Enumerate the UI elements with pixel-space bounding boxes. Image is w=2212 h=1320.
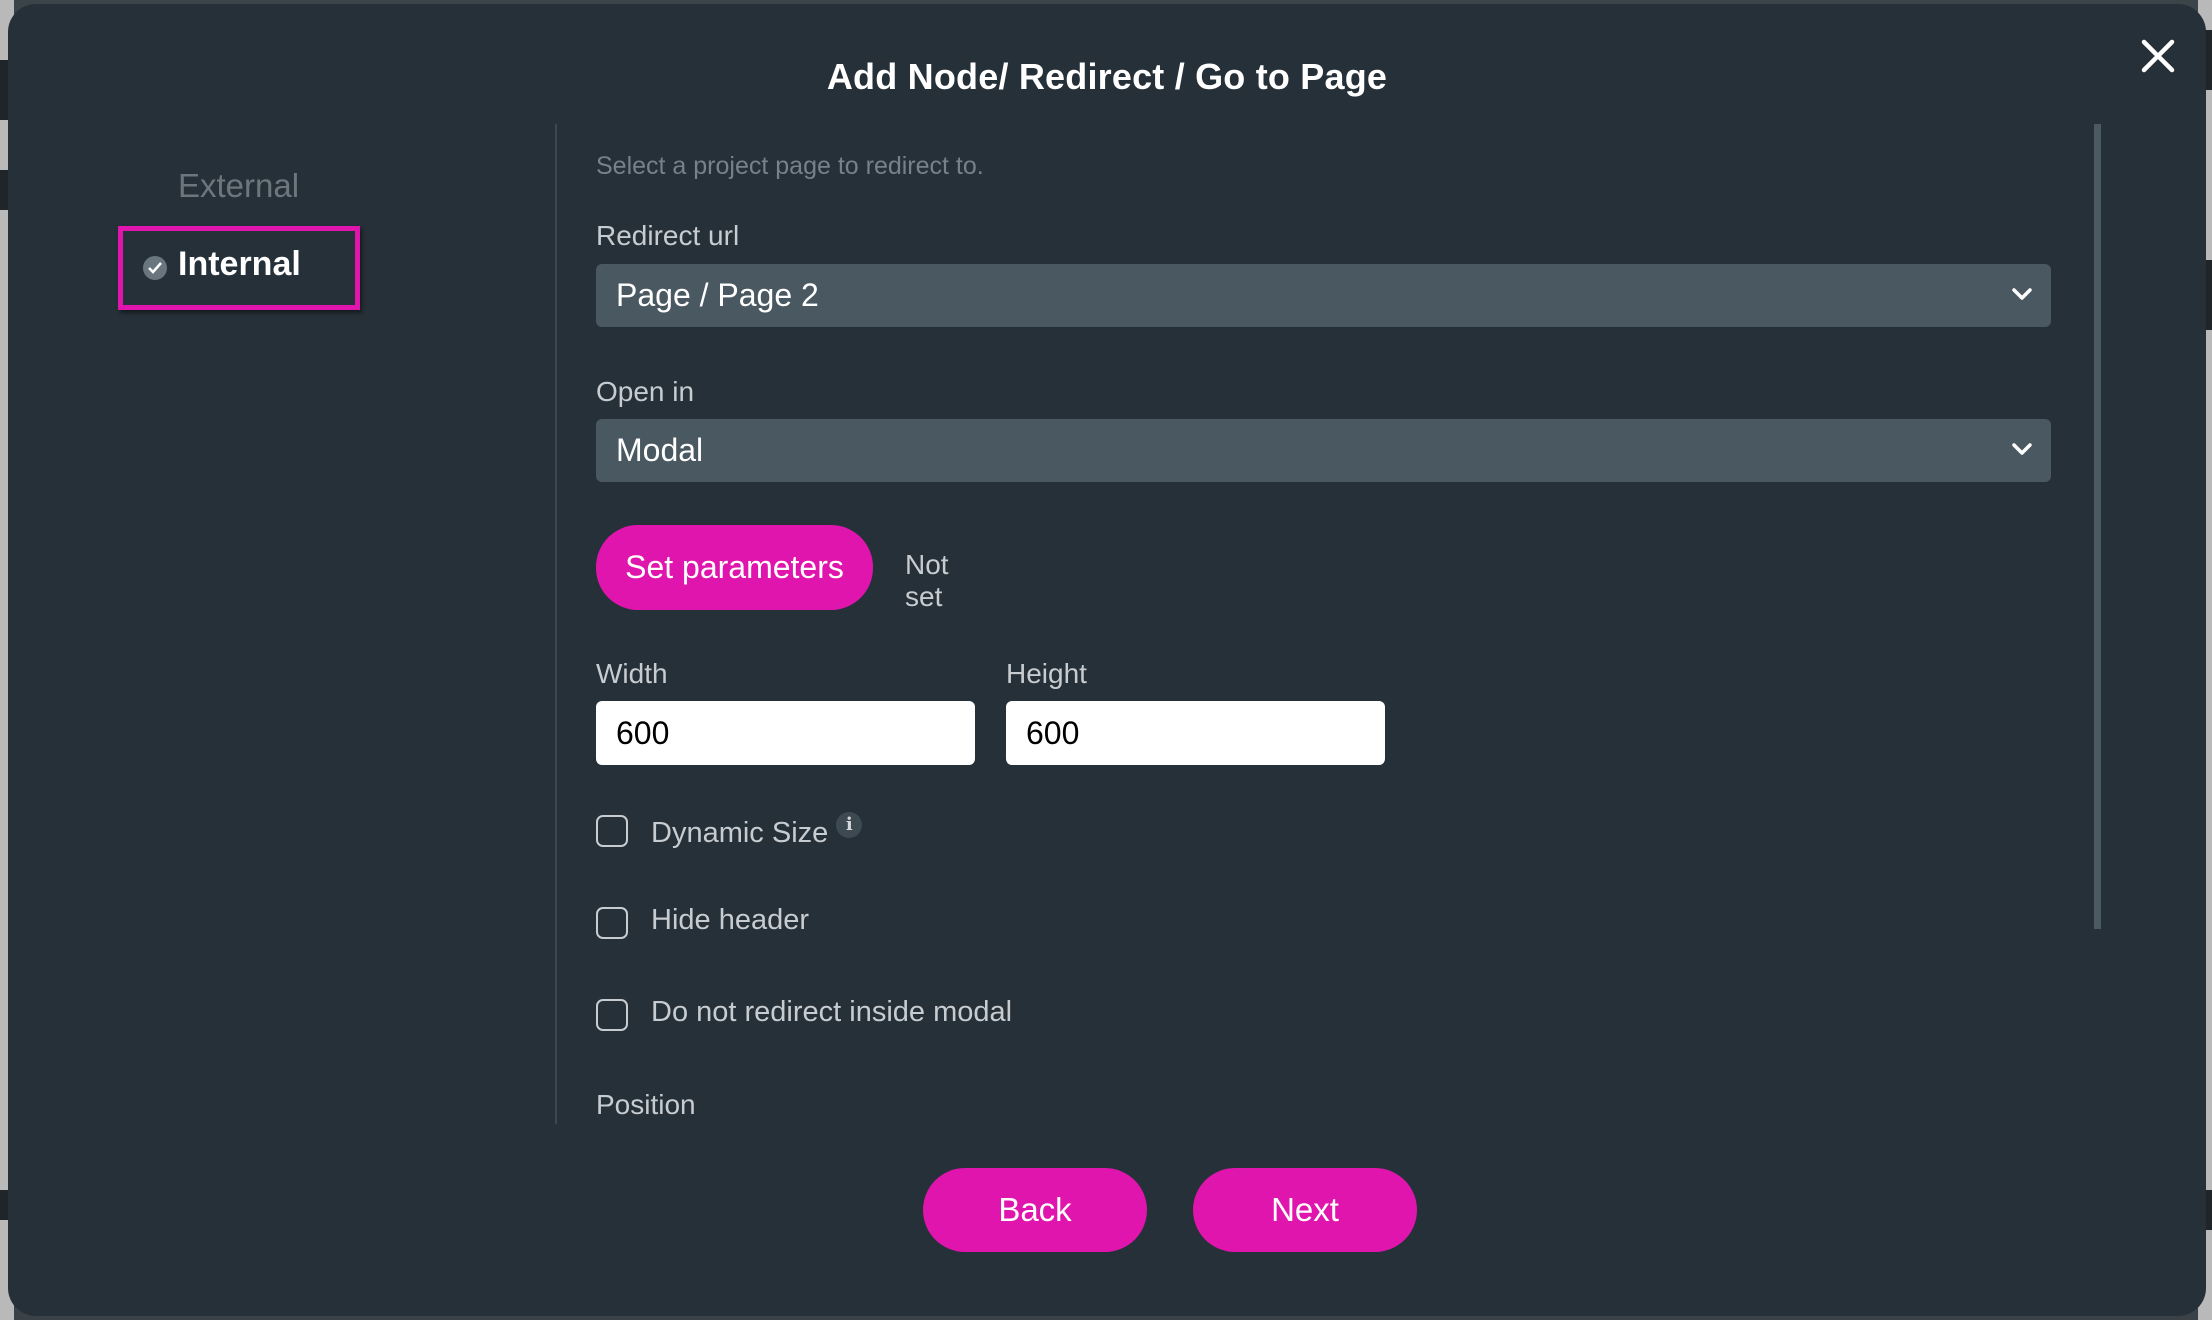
chevron-down-icon <box>2012 288 2032 300</box>
content-scrollbar[interactable] <box>2094 124 2101 929</box>
close-button[interactable] <box>2136 34 2180 78</box>
modal-title: Add Node/ Redirect / Go to Page <box>826 56 1388 97</box>
next-button[interactable]: Next <box>1193 1168 1417 1252</box>
dynamic-size-text: Dynamic Size <box>651 817 829 849</box>
open-in-select[interactable]: Modal <box>596 419 2051 482</box>
back-button[interactable]: Back <box>923 1168 1147 1252</box>
height-label: Height <box>1006 658 1087 689</box>
redirect-modal: Add Node/ Redirect / Go to Page External… <box>8 4 2206 1316</box>
info-icon[interactable]: i <box>836 812 863 838</box>
open-in-value: Modal <box>616 432 704 468</box>
tab-external[interactable]: External <box>178 167 299 205</box>
no-redirect-modal-checkbox[interactable] <box>596 999 628 1031</box>
redirect-url-label: Redirect url <box>596 220 740 251</box>
form-hint: Select a project page to redirect to. <box>596 152 984 180</box>
width-label: Width <box>596 658 668 689</box>
tab-internal-label: Internal <box>178 245 301 283</box>
chevron-down-icon <box>2012 443 2032 455</box>
hide-header-label: Hide header <box>651 904 809 936</box>
hide-header-checkbox[interactable] <box>596 907 628 939</box>
set-parameters-button[interactable]: Set parameters <box>596 525 873 610</box>
redirect-url-select[interactable]: Page / Page 2 <box>596 264 2051 327</box>
height-input[interactable] <box>1006 701 1385 765</box>
close-icon <box>2141 39 2175 73</box>
open-in-label: Open in <box>596 376 695 407</box>
no-redirect-modal-label: Do not redirect inside modal <box>651 996 1013 1028</box>
parameters-status: Not set <box>905 549 949 612</box>
panel-divider <box>555 124 557 1124</box>
dynamic-size-checkbox[interactable] <box>596 815 628 847</box>
width-input[interactable] <box>596 701 975 765</box>
tab-internal[interactable]: Internal <box>118 226 360 310</box>
check-circle-icon <box>143 256 167 280</box>
redirect-url-value: Page / Page 2 <box>616 277 819 313</box>
position-label: Position <box>596 1089 696 1120</box>
dynamic-size-label: Dynamic Size i <box>651 812 863 850</box>
